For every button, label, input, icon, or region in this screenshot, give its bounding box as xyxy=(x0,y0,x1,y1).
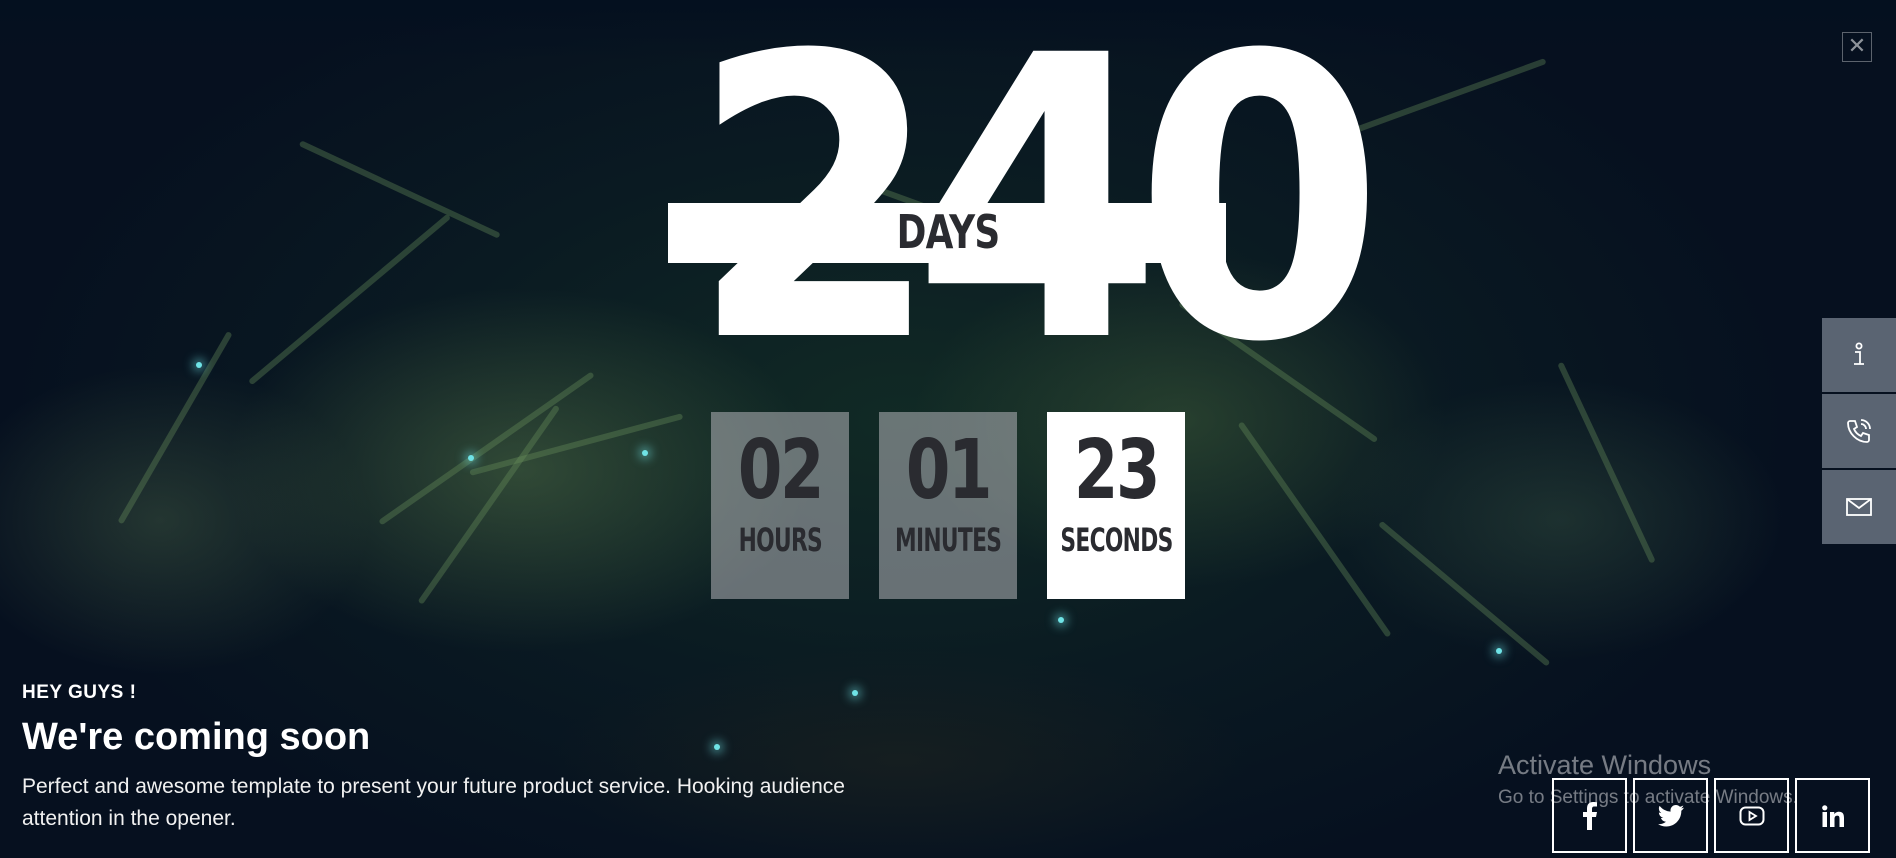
facebook-icon xyxy=(1582,801,1597,830)
social-links xyxy=(1552,778,1870,853)
info-icon xyxy=(1854,342,1864,365)
days-label: DAYS xyxy=(896,205,1001,259)
days-counter: 240 DAYS xyxy=(668,5,1384,400)
youtube-link[interactable] xyxy=(1714,778,1789,853)
seconds-box: 23 SECONDS xyxy=(1047,412,1185,599)
hours-value: 02 xyxy=(737,423,825,518)
intro-kicker: HEY GUYS ! xyxy=(22,682,137,703)
minutes-label: MINUTES xyxy=(894,521,1002,559)
side-menu xyxy=(1822,318,1896,546)
page-title: We're coming soon xyxy=(22,716,371,758)
facebook-link[interactable] xyxy=(1552,778,1627,853)
close-icon: ✕ xyxy=(1847,34,1867,59)
seconds-value: 23 xyxy=(1073,423,1161,518)
countdown-boxes: 02 HOURS 01 MINUTES 23 SECONDS xyxy=(711,412,1185,599)
side-phone-button[interactable] xyxy=(1822,394,1896,468)
mail-icon xyxy=(1846,498,1872,516)
linkedin-link[interactable] xyxy=(1795,778,1870,853)
linkedin-icon xyxy=(1821,804,1844,827)
phone-icon xyxy=(1847,419,1871,443)
hours-box: 02 HOURS xyxy=(711,412,849,599)
seconds-label: SECONDS xyxy=(1059,521,1173,559)
twitter-link[interactable] xyxy=(1633,778,1708,853)
close-button[interactable]: ✕ xyxy=(1842,32,1872,62)
intro-description: Perfect and awesome template to present … xyxy=(22,775,845,830)
minutes-box: 01 MINUTES xyxy=(879,412,1017,599)
watermark-title: Activate Windows xyxy=(1498,750,1712,780)
twitter-icon xyxy=(1657,804,1684,826)
intro-section: HEY GUYS ! We're coming soon Perfect and… xyxy=(22,682,882,835)
side-mail-button[interactable] xyxy=(1822,470,1896,544)
youtube-icon xyxy=(1739,806,1764,825)
hours-label: HOURS xyxy=(738,521,822,559)
minutes-value: 01 xyxy=(905,423,993,518)
side-info-button[interactable] xyxy=(1822,318,1896,392)
days-value: 240 xyxy=(690,0,1384,427)
